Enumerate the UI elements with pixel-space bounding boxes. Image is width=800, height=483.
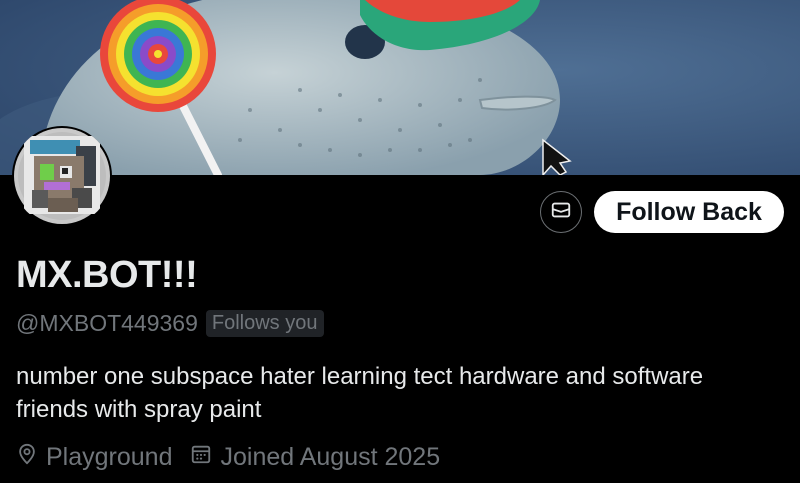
avatar[interactable] — [12, 126, 112, 226]
joined-item: Joined August 2025 — [190, 443, 440, 472]
avatar-image — [14, 128, 110, 224]
banner-image — [0, 0, 800, 175]
calendar-icon — [190, 443, 212, 472]
profile-bio: number one subspace hater learning tect … — [16, 363, 704, 423]
message-button[interactable] — [540, 191, 582, 233]
follow-back-button[interactable]: Follow Back — [594, 191, 784, 233]
location-item: Playground — [16, 442, 172, 473]
profile-banner[interactable] — [0, 0, 800, 175]
profile-meta: Playground Joined August 2025 — [16, 442, 458, 473]
map-pin-icon — [16, 442, 38, 473]
handle-row: @MXBOT449369 Follows you — [16, 310, 324, 337]
profile-name: MX.BOT!!! — [16, 254, 198, 296]
follows-you-badge: Follows you — [205, 310, 324, 337]
profile-handle: @MXBOT449369 — [16, 310, 198, 336]
joined-text: Joined August 2025 — [220, 443, 441, 471]
envelope-icon — [550, 199, 572, 226]
location-text: Playground — [46, 443, 173, 471]
